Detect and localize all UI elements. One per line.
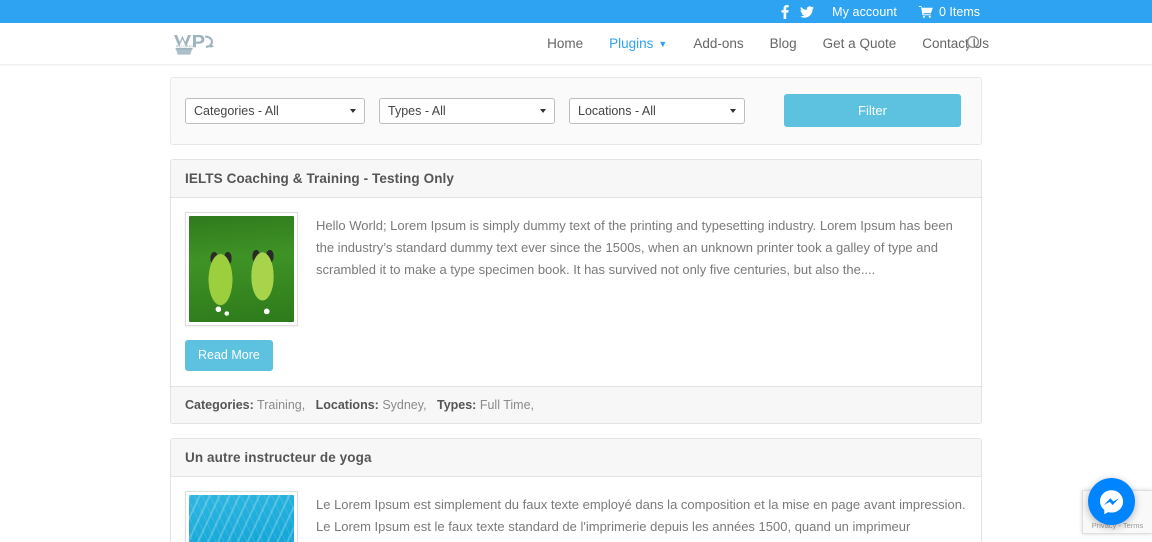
meta-locations-value: Sydney, [382,398,427,412]
nav-label: Get a Quote [822,36,897,51]
page-root: My account 0 Items RELOADED Home Plugins… [0,0,1152,542]
cart-item-count: 0 Items [939,4,980,19]
chevron-down-icon: ▼ [658,39,668,50]
messenger-icon [1100,490,1124,515]
page-content: Categories - All Types - All Locations -… [170,65,982,542]
nav-label: Blog [769,36,797,51]
locations-filter-select[interactable]: Locations - All [569,97,745,124]
nav-label: Add-ons [693,36,744,51]
site-logo[interactable]: RELOADED [172,29,218,59]
cart-link[interactable]: 0 Items [919,5,980,19]
listing-title: IELTS Coaching & Training - Testing Only [185,171,455,186]
underwater-blue-thumbnail [189,495,294,542]
listing-thumbnail [185,212,298,326]
meta-types-value: Full Time, [479,398,535,412]
svg-text:RELOADED: RELOADED [176,45,197,49]
listing-meta: Categories: Training, Locations: Sydney,… [171,386,981,423]
listing-card-body: Le Lorem Ipsum est simplement du faux te… [171,477,981,542]
nav-item-get-a-quote[interactable]: Get a Quote [810,23,910,65]
nav-item-blog[interactable]: Blog [757,23,810,65]
listing-card-body: Hello World; Lorem Ipsum is simply dummy… [171,198,981,326]
cart-icon [919,5,933,18]
listing-card-header: IELTS Coaching & Training - Testing Only [171,160,981,198]
twitter-icon[interactable] [796,4,818,20]
categories-filter-select[interactable]: Categories - All [185,97,365,124]
utility-topbar: My account 0 Items [0,0,1152,23]
listing-title: Un autre instructeur de yoga [185,450,372,465]
nav-item-add-ons[interactable]: Add-ons [680,23,756,65]
listing-card-header: Un autre instructeur de yoga [171,439,981,477]
nav-label: Plugins [609,35,654,51]
search-icon[interactable] [964,34,984,54]
nav-label: Home [547,36,584,51]
frogs-yoga-thumbnail [189,216,294,322]
nav-item-home[interactable]: Home [534,23,596,65]
nav-item-contact-us[interactable]: Contact Us [909,23,1002,65]
types-filter-wrap: Types - All [379,97,555,124]
locations-filter-wrap: Locations - All [569,97,745,124]
facebook-icon[interactable] [774,4,796,20]
listing-thumbnail [185,491,298,542]
filter-panel: Categories - All Types - All Locations -… [170,77,982,145]
listing-card: Un autre instructeur de yoga Le Lorem Ip… [170,438,982,542]
read-more-button[interactable]: Read More [185,340,273,371]
nav-item-plugins[interactable]: Plugins ▼ [596,23,680,65]
site-header: RELOADED Home Plugins ▼ Add-ons Blog Get … [0,23,1152,65]
meta-categories-label: Categories: [185,398,254,412]
my-account-link[interactable]: My account [832,5,897,19]
types-filter-select[interactable]: Types - All [379,97,555,124]
meta-categories-value: Training, [257,398,306,412]
listing-card: IELTS Coaching & Training - Testing Only… [170,159,982,424]
listing-excerpt: Hello World; Lorem Ipsum is simply dummy… [316,218,953,277]
meta-locations-label: Locations: [315,398,379,412]
categories-filter-wrap: Categories - All [185,97,365,124]
meta-types-label: Types: [436,398,477,412]
filter-submit-button[interactable]: Filter [784,94,961,127]
listing-excerpt: Le Lorem Ipsum est simplement du faux te… [316,497,966,542]
main-navigation: Home Plugins ▼ Add-ons Blog Get a Quote C… [534,23,1002,65]
messenger-chat-button[interactable] [1088,478,1135,525]
